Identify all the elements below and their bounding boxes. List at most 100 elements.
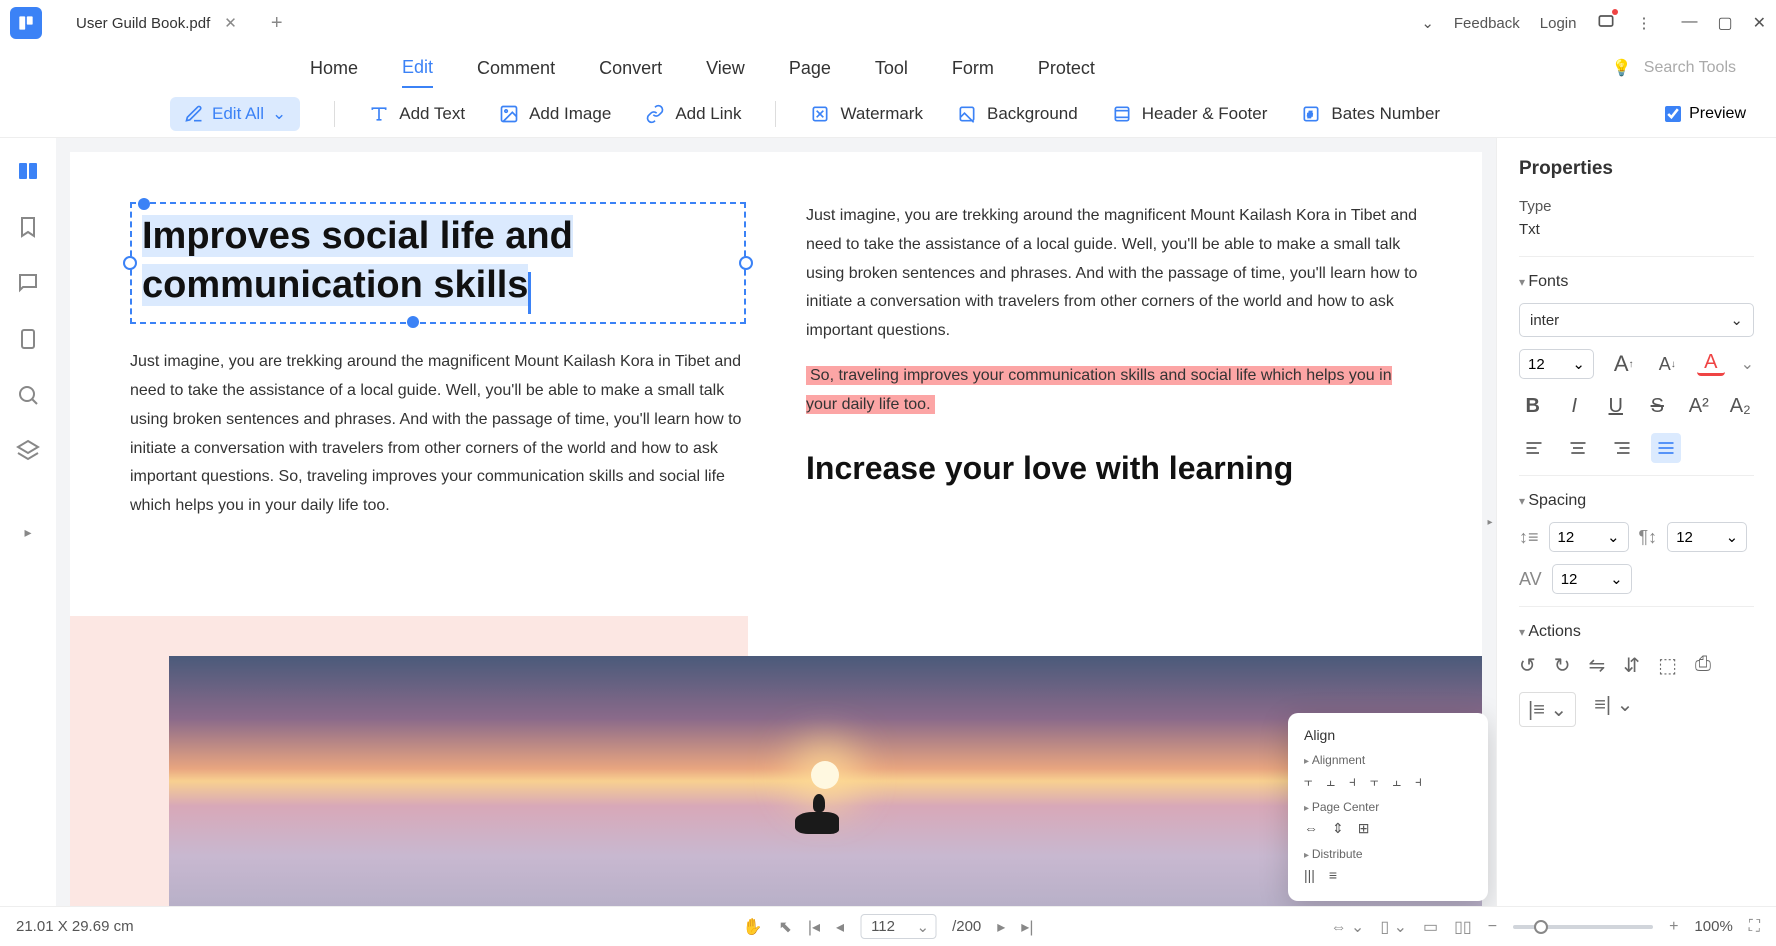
close-window-icon[interactable]: ✕	[1753, 13, 1766, 33]
menu-form[interactable]: Form	[952, 50, 994, 87]
last-page-icon[interactable]: ▸|	[1021, 917, 1033, 937]
document-image[interactable]	[70, 616, 1482, 906]
italic-icon[interactable]: I	[1561, 391, 1589, 421]
fonts-section[interactable]: Fonts	[1519, 273, 1754, 291]
flip-v-icon[interactable]: ⇵	[1623, 653, 1640, 678]
minimize-icon[interactable]: —	[1681, 13, 1697, 33]
actions-section[interactable]: Actions	[1519, 623, 1754, 641]
body-text[interactable]: Just imagine, you are trekking around th…	[130, 348, 746, 521]
spacing-a-select[interactable]: 12⌄	[1549, 522, 1629, 552]
body-text[interactable]: Just imagine, you are trekking around th…	[806, 202, 1422, 346]
distribute-section[interactable]: Distribute	[1304, 847, 1472, 861]
align-middle-icon[interactable]: ⫠	[1392, 773, 1400, 790]
bold-icon[interactable]: B	[1519, 391, 1547, 421]
bates-number-button[interactable]: # Bates Number	[1301, 104, 1440, 124]
reading-mode-icon[interactable]: ▭	[1423, 917, 1438, 937]
flip-h-icon[interactable]: ⇋	[1589, 653, 1606, 678]
font-size-select[interactable]: 12⌄	[1519, 349, 1594, 379]
page-center-section[interactable]: Page Center	[1304, 800, 1472, 814]
attachment-icon[interactable]	[15, 326, 41, 352]
menu-comment[interactable]: Comment	[477, 50, 555, 87]
zoom-value[interactable]: 100%	[1694, 918, 1732, 935]
distribute-v-icon[interactable]: ≡	[1329, 867, 1337, 883]
bookmark-icon[interactable]	[15, 214, 41, 240]
edit-all-button[interactable]: Edit All ⌄	[170, 97, 300, 131]
login-link[interactable]: Login	[1540, 15, 1577, 32]
search-tools-input[interactable]: Search Tools	[1644, 59, 1736, 77]
menu-home[interactable]: Home	[310, 50, 358, 87]
decrease-font-icon[interactable]: A↓	[1653, 349, 1681, 379]
align-justify-icon[interactable]	[1651, 433, 1681, 463]
menu-tool[interactable]: Tool	[875, 50, 908, 87]
thumbnails-icon[interactable]	[15, 158, 41, 184]
superscript-icon[interactable]: A²	[1685, 391, 1713, 421]
selection-handle[interactable]	[123, 256, 137, 270]
strikethrough-icon[interactable]: S	[1644, 391, 1672, 421]
fullscreen-icon[interactable]: ⛶	[1749, 918, 1760, 936]
highlighted-text[interactable]: So, traveling improves your communicatio…	[806, 362, 1422, 420]
align-panel[interactable]: Align Alignment ⫟ ⫠ ⫞ ⫟ ⫠ ⫞ Page Center …	[1288, 713, 1488, 901]
add-image-button[interactable]: Add Image	[499, 104, 611, 124]
increase-font-icon[interactable]: A↑	[1610, 349, 1638, 379]
selected-heading[interactable]: Improves social life and communication s…	[142, 215, 573, 306]
zoom-out-icon[interactable]: −	[1488, 918, 1497, 936]
selection-handle[interactable]	[739, 256, 753, 270]
zoom-slider[interactable]	[1513, 925, 1653, 929]
add-text-button[interactable]: Add Text	[369, 104, 465, 124]
first-page-icon[interactable]: |◂	[808, 917, 820, 937]
menu-page[interactable]: Page	[789, 50, 831, 87]
layers-icon[interactable]	[15, 438, 41, 464]
page-number-input[interactable]: 112 ⌄	[860, 914, 936, 939]
font-color-icon[interactable]: A	[1697, 352, 1725, 376]
watermark-button[interactable]: Watermark	[810, 104, 923, 124]
next-page-icon[interactable]: ▸	[997, 917, 1005, 937]
chevron-down-icon[interactable]: ⌄	[1741, 354, 1754, 374]
selected-text-block[interactable]: Improves social life and communication s…	[130, 202, 746, 324]
zoom-in-icon[interactable]: +	[1669, 918, 1678, 936]
add-link-button[interactable]: Add Link	[645, 104, 741, 124]
menu-view[interactable]: View	[706, 50, 745, 87]
distribute-h-icon[interactable]: |||	[1304, 867, 1315, 883]
spacing-section[interactable]: Spacing	[1519, 492, 1754, 510]
select-tool-icon[interactable]: ⬉	[778, 917, 791, 937]
font-family-select[interactable]: inter⌄	[1519, 303, 1754, 337]
fit-width-icon[interactable]: ⇔ ⌄	[1330, 917, 1364, 937]
alignment-section[interactable]: Alignment	[1304, 753, 1472, 767]
extract-icon[interactable]: ⎙	[1695, 653, 1711, 678]
selection-handle[interactable]	[138, 198, 150, 210]
fit-page-icon[interactable]: ▯ ⌄	[1380, 917, 1407, 937]
align-top-icon[interactable]: ⫟	[1370, 773, 1378, 790]
preview-checkbox[interactable]: Preview	[1665, 105, 1746, 123]
menu-protect[interactable]: Protect	[1038, 50, 1095, 87]
list-right-icon[interactable]: ≡| ⌄	[1594, 692, 1633, 727]
center-v-icon[interactable]: ⇕	[1332, 820, 1344, 837]
align-bottom-icon[interactable]: ⫞	[1415, 773, 1422, 790]
close-tab-icon[interactable]: ✕	[224, 14, 237, 32]
header-footer-button[interactable]: Header & Footer	[1112, 104, 1268, 124]
menu-convert[interactable]: Convert	[599, 50, 662, 87]
spacing-c-select[interactable]: 12⌄	[1552, 564, 1632, 594]
list-left-icon[interactable]: |≡ ⌄	[1519, 692, 1576, 727]
notification-icon[interactable]	[1596, 11, 1616, 35]
panel-toggle-icon[interactable]: ▸	[1484, 497, 1496, 547]
center-h-icon[interactable]: ⇔	[1304, 820, 1318, 837]
chevron-down-icon[interactable]: ⌄	[1421, 14, 1434, 32]
expand-sidebar-icon[interactable]: ▸	[24, 524, 31, 541]
search-icon[interactable]	[15, 382, 41, 408]
maximize-icon[interactable]: ▢	[1717, 13, 1732, 33]
rotate-left-icon[interactable]: ↺	[1519, 653, 1536, 678]
feedback-link[interactable]: Feedback	[1454, 15, 1520, 32]
document-tab[interactable]: User Guild Book.pdf ✕	[62, 8, 251, 38]
rotate-right-icon[interactable]: ↻	[1554, 653, 1571, 678]
heading[interactable]: Increase your love with learning	[806, 450, 1422, 487]
spacing-b-select[interactable]: 12⌄	[1667, 522, 1747, 552]
two-page-icon[interactable]: ▯▯	[1454, 917, 1472, 937]
background-button[interactable]: Background	[957, 104, 1078, 124]
center-both-icon[interactable]: ⊞	[1358, 820, 1370, 837]
prev-page-icon[interactable]: ◂	[836, 917, 844, 937]
canvas-area[interactable]: Improves social life and communication s…	[56, 138, 1496, 906]
document-page[interactable]: Improves social life and communication s…	[70, 152, 1482, 906]
align-left-icon[interactable]: ⫟	[1304, 773, 1312, 790]
comment-icon[interactable]	[15, 270, 41, 296]
add-tab-icon[interactable]: +	[271, 12, 283, 35]
